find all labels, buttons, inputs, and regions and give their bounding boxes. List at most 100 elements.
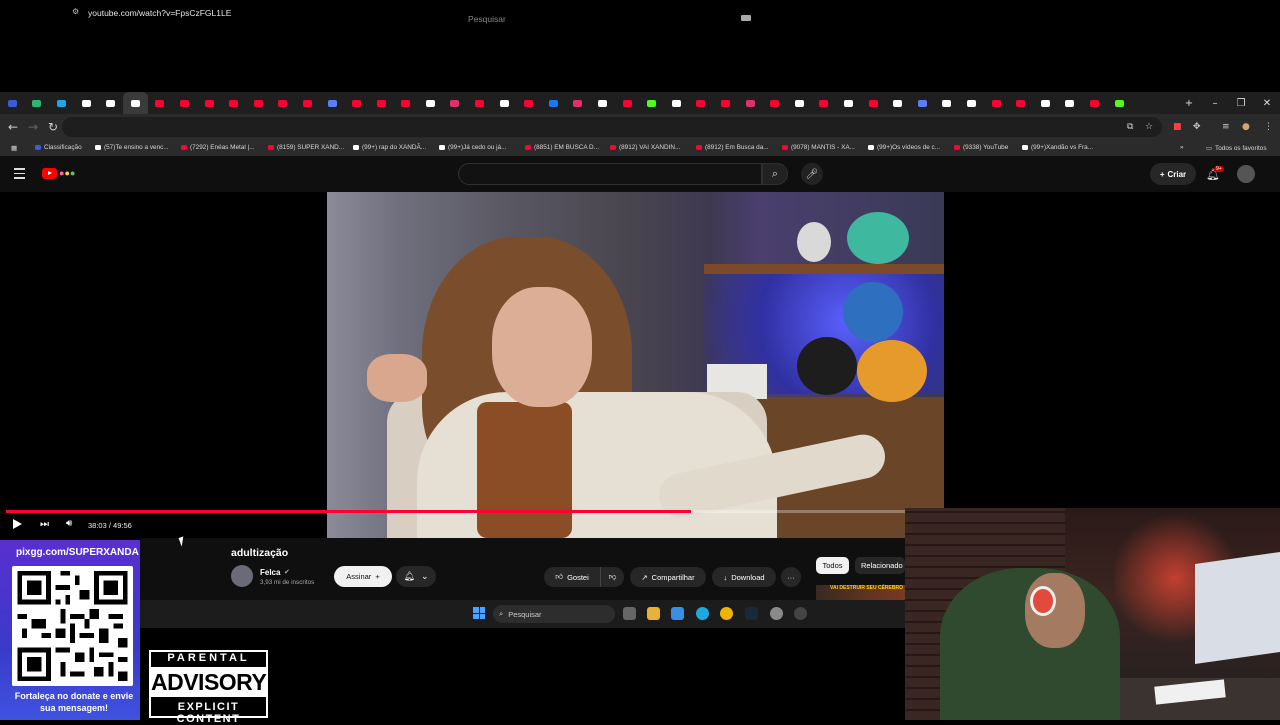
profile-icon[interactable]: ● bbox=[1242, 122, 1250, 132]
volume-icon[interactable]: 🔊︎ bbox=[66, 518, 72, 529]
video-player[interactable]: ⏭︎ 🔊︎ 38:03 / 49:56 bbox=[0, 192, 944, 538]
bookmark-star-icon[interactable]: ☆ bbox=[1145, 122, 1153, 132]
all-favorites-folder[interactable]: ▭ Todos os favoritos bbox=[1206, 144, 1267, 153]
bookmark-item[interactable]: (8912) VAI XANDIN... bbox=[610, 144, 680, 151]
browser-tab[interactable] bbox=[664, 92, 689, 114]
browser-tab[interactable] bbox=[1033, 92, 1058, 114]
browser-tab[interactable] bbox=[959, 92, 984, 114]
bookmark-item[interactable]: (99+) rap do XANDÃ... bbox=[353, 144, 426, 151]
browser-tab[interactable] bbox=[590, 92, 615, 114]
browser-tab[interactable] bbox=[122, 92, 148, 114]
browser-tab[interactable] bbox=[197, 92, 222, 114]
microphone-icon[interactable]: 🎤︎ bbox=[801, 163, 823, 185]
browser-tab[interactable] bbox=[566, 92, 591, 114]
taskbar-search[interactable]: ⌕ Pesquisar bbox=[493, 605, 615, 623]
extensions-puzzle-icon[interactable]: ✥ bbox=[1193, 122, 1201, 132]
settings-icon[interactable] bbox=[770, 607, 783, 620]
windows-start-icon[interactable] bbox=[473, 607, 485, 619]
subscribe-button[interactable]: Assinar + bbox=[334, 566, 392, 587]
browser-tab[interactable] bbox=[984, 92, 1009, 114]
bookmark-item[interactable]: (8159) SUPER XAND... bbox=[268, 144, 344, 151]
forward-icon[interactable]: → bbox=[28, 120, 38, 134]
chip-all[interactable]: Todos bbox=[816, 557, 849, 574]
bookmark-item[interactable]: (99+)Os vídeos de c... bbox=[868, 144, 940, 151]
browser-tab[interactable] bbox=[369, 92, 394, 114]
maximize-button[interactable]: ❐ bbox=[1228, 92, 1254, 114]
bookmark-item[interactable]: (8912) Em Busca da... bbox=[696, 144, 769, 151]
chip-related[interactable]: Relacionado bbox=[855, 557, 905, 574]
browser-tab[interactable] bbox=[394, 92, 419, 114]
play-icon[interactable] bbox=[13, 519, 22, 529]
browser-tab[interactable] bbox=[516, 92, 541, 114]
dislike-button[interactable]: 👎︎ bbox=[600, 567, 624, 587]
browser-tab[interactable] bbox=[295, 92, 320, 114]
browser-tab[interactable] bbox=[271, 92, 296, 114]
browser-tab[interactable] bbox=[935, 92, 960, 114]
progress-bar[interactable] bbox=[6, 510, 905, 513]
browser-tab[interactable] bbox=[492, 92, 517, 114]
reload-icon[interactable]: ↻ bbox=[48, 120, 58, 134]
browser-tab[interactable] bbox=[98, 92, 123, 114]
bookmark-item[interactable]: (9338) YouTube bbox=[954, 144, 1008, 151]
avatar[interactable] bbox=[1237, 165, 1255, 183]
bookmark-item[interactable]: Classificação bbox=[35, 144, 82, 151]
like-button[interactable]: 👍︎ Gostei bbox=[544, 567, 600, 587]
browser-tab[interactable] bbox=[172, 92, 197, 114]
steam-icon[interactable] bbox=[745, 607, 758, 620]
minimize-button[interactable]: – bbox=[1202, 92, 1228, 114]
new-tab-button[interactable]: + bbox=[1176, 92, 1202, 114]
bookmark-item[interactable]: (99+)Já cedo ou já... bbox=[439, 144, 506, 151]
keyboard-icon[interactable] bbox=[741, 15, 751, 21]
share-button[interactable]: ↗ Compartilhar bbox=[630, 567, 706, 587]
browser-tab[interactable] bbox=[615, 92, 640, 114]
browser-tab[interactable] bbox=[1107, 92, 1132, 114]
browser-tab[interactable] bbox=[221, 92, 246, 114]
browser-tab[interactable] bbox=[836, 92, 861, 114]
browser-tab[interactable] bbox=[74, 92, 99, 114]
store-icon[interactable] bbox=[671, 607, 684, 620]
browser-tab[interactable] bbox=[1008, 92, 1033, 114]
browser-tab[interactable] bbox=[320, 92, 345, 114]
media-control-icon[interactable]: ≡ bbox=[1222, 122, 1230, 132]
browser-tab[interactable] bbox=[713, 92, 738, 114]
browser-tab[interactable] bbox=[812, 92, 837, 114]
video-frame[interactable] bbox=[327, 192, 944, 538]
app-icon[interactable] bbox=[794, 607, 807, 620]
back-icon[interactable]: ← bbox=[8, 120, 18, 134]
site-info-icon[interactable]: ⚙ bbox=[72, 7, 79, 16]
browser-menu-icon[interactable]: ⋮ bbox=[1264, 122, 1273, 132]
bookmark-item[interactable]: (9078) MANTIS - XA... bbox=[782, 144, 855, 151]
browser-tab[interactable] bbox=[787, 92, 812, 114]
create-button[interactable]: + Criar bbox=[1150, 163, 1196, 185]
menu-icon[interactable] bbox=[14, 168, 25, 182]
browser-tab[interactable] bbox=[49, 92, 74, 114]
task-view-icon[interactable] bbox=[623, 607, 636, 620]
extension-icon[interactable]: ■ bbox=[1173, 122, 1182, 132]
channel-avatar[interactable] bbox=[231, 565, 253, 587]
browser-tab[interactable] bbox=[443, 92, 468, 114]
browser-tab[interactable] bbox=[639, 92, 664, 114]
browser-tab[interactable] bbox=[344, 92, 369, 114]
browser-tab[interactable] bbox=[541, 92, 566, 114]
bookmark-item[interactable]: (99+)Xandão vs Fra... bbox=[1022, 144, 1093, 151]
notification-bell-button[interactable]: 🔔︎ ⌄ bbox=[396, 566, 436, 587]
browser-tab[interactable] bbox=[1058, 92, 1083, 114]
browser-tab[interactable] bbox=[467, 92, 492, 114]
bookmark-item[interactable]: (7292) Enéas Metal |... bbox=[181, 144, 255, 151]
more-actions-button[interactable]: ··· bbox=[781, 567, 801, 587]
edge-icon[interactable] bbox=[696, 607, 709, 620]
browser-tab[interactable] bbox=[0, 92, 25, 114]
browser-tab[interactable] bbox=[1082, 92, 1107, 114]
next-icon[interactable]: ⏭︎ bbox=[40, 519, 49, 530]
browser-tab[interactable] bbox=[762, 92, 787, 114]
install-icon[interactable]: ⧉ bbox=[1127, 122, 1133, 132]
browser-tab[interactable] bbox=[861, 92, 886, 114]
more-bookmarks-icon[interactable]: » bbox=[1180, 144, 1184, 151]
search-input[interactable] bbox=[458, 163, 762, 185]
channel-name[interactable]: Felca bbox=[260, 568, 280, 577]
download-button[interactable]: ↓ Download bbox=[712, 567, 776, 587]
apps-icon[interactable]: ▦ bbox=[11, 144, 17, 152]
recommended-thumbnail[interactable]: VAI DESTRUIR SEU CÉREBRO bbox=[816, 585, 905, 600]
browser-tab[interactable] bbox=[689, 92, 714, 114]
youtube-logo[interactable] bbox=[42, 168, 57, 179]
